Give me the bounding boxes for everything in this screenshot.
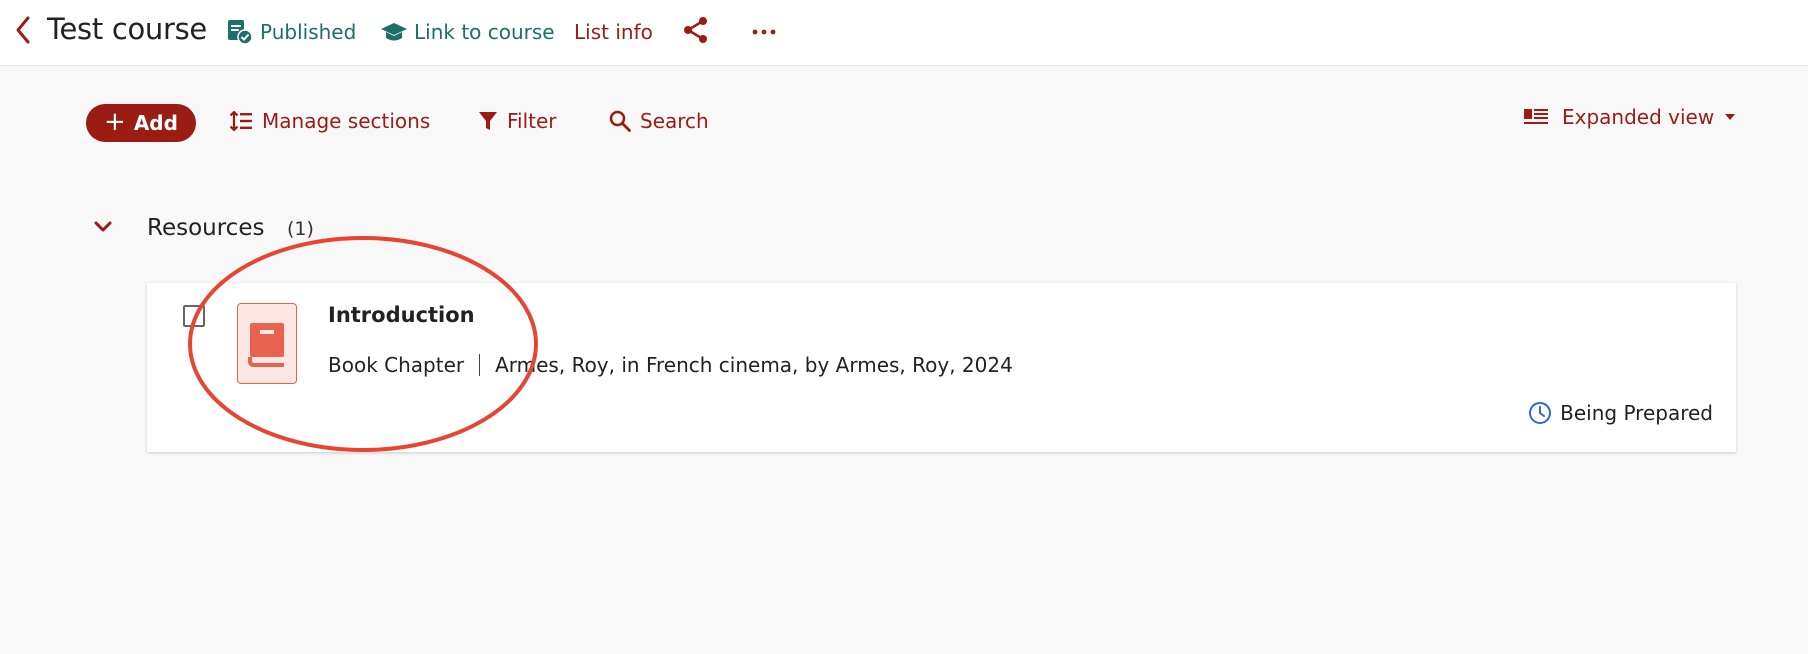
resource-title[interactable]: Introduction [328,303,475,327]
filter-label: Filter [507,109,557,133]
resource-citation: Armes, Roy, in French cinema, by Armes, … [495,353,1013,377]
top-bar: Test course Published Link to course Lis… [0,0,1808,66]
published-status[interactable]: Published [226,18,356,46]
search-label: Search [640,109,709,133]
chevron-down-icon[interactable] [92,218,114,236]
magnifier-icon [609,110,631,132]
add-button[interactable]: + Add [86,104,196,142]
link-to-course-button[interactable]: Link to course [380,18,555,46]
clock-icon [1529,402,1552,424]
caret-down-icon [1725,114,1736,120]
ellipsis-icon[interactable] [752,18,782,46]
expanded-list-icon [1524,109,1548,124]
manage-sections-label: Manage sections [262,109,431,133]
book-icon [237,303,297,384]
resource-type: Book Chapter [328,353,465,377]
meta-divider [479,354,481,376]
status-label: Being Prepared [1560,401,1713,425]
search-button[interactable]: Search [609,106,709,136]
resource-card[interactable]: Introduction Book Chapter Armes, Roy, in… [147,283,1736,452]
graduation-cap-icon [381,23,407,41]
funnel-icon [479,112,497,130]
plus-icon: + [104,107,126,137]
list-info-button[interactable]: List info [574,18,653,46]
link-to-course-label: Link to course [414,20,555,44]
list-info-label: List info [574,20,653,44]
select-checkbox[interactable] [183,305,205,327]
resource-meta: Book Chapter Armes, Roy, in French cinem… [328,353,1013,377]
expanded-view-dropdown[interactable]: Expanded view [1524,102,1736,132]
back-chevron-icon[interactable] [12,14,36,46]
sort-list-icon [229,110,252,132]
filter-button[interactable]: Filter [478,106,557,136]
manage-sections-button[interactable]: Manage sections [229,106,430,136]
expanded-view-label: Expanded view [1562,105,1715,129]
published-label: Published [260,20,357,44]
share-icon[interactable] [682,16,716,44]
add-label: Add [133,111,178,135]
status-badge: Being Prepared [1528,401,1713,425]
course-title: Test course [47,12,207,46]
section-count: (1) [287,218,314,240]
section-title[interactable]: Resources [147,215,264,241]
document-check-icon [228,20,253,45]
